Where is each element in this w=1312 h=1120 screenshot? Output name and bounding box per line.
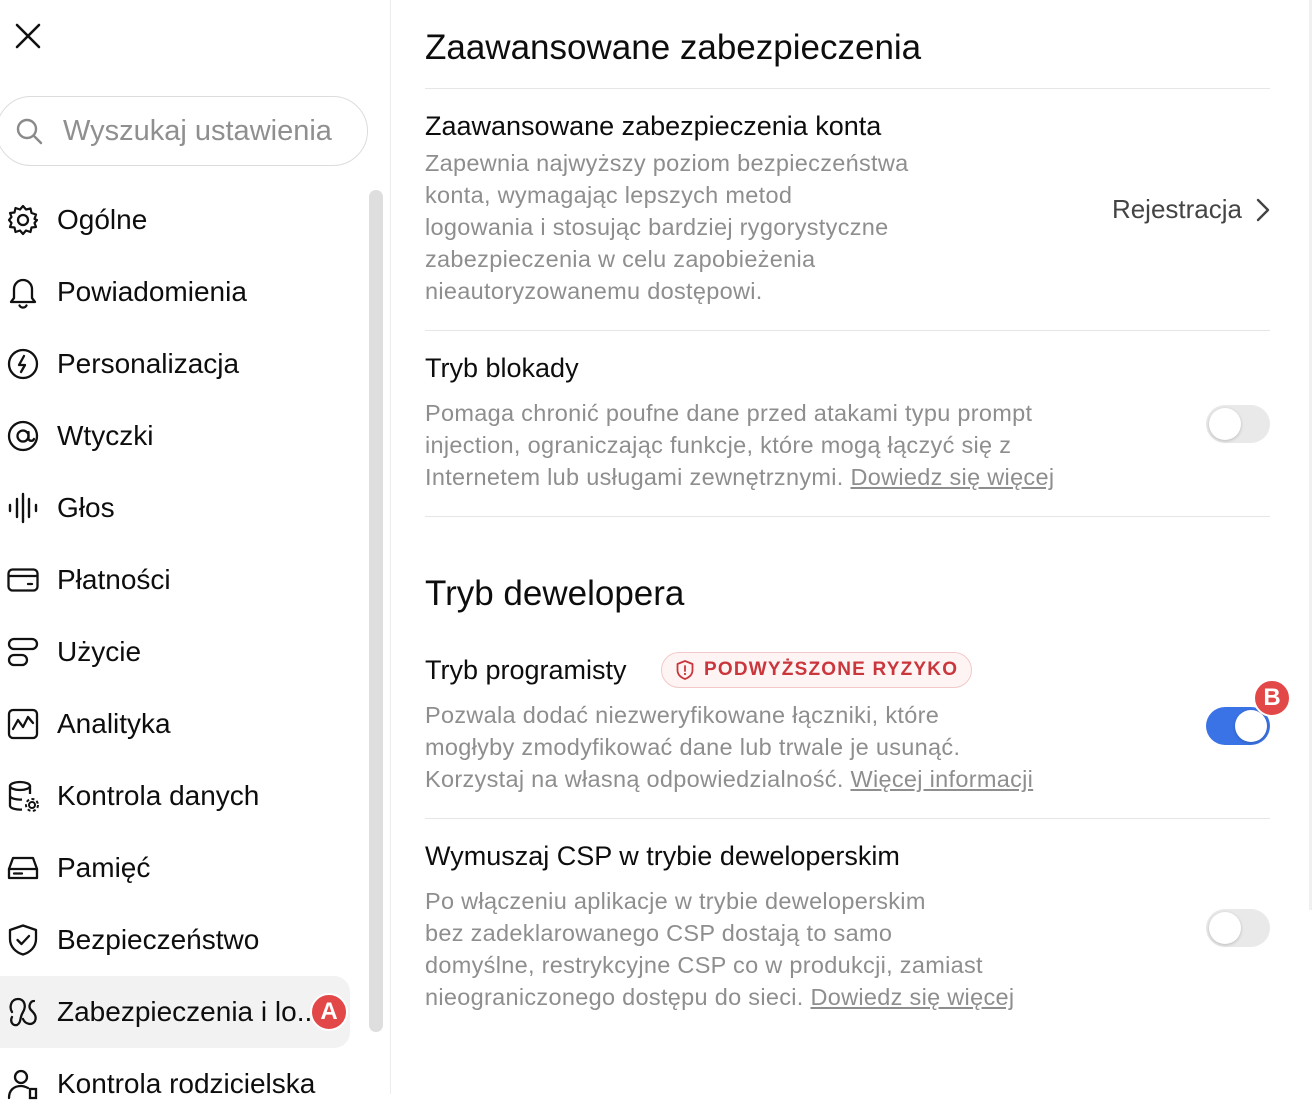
- sidebar-item-label: Bezpieczeństwo: [57, 924, 260, 955]
- voice-waveform-icon: [8, 492, 38, 524]
- sidebar-item-label: Zabezpieczenia i lo...: [57, 996, 321, 1027]
- description-line: nieautoryzowanemu dostępowi.: [425, 278, 763, 304]
- description-line: nieograniczonego dostępu do sieci. Dowie…: [425, 981, 1014, 1013]
- analytics-icon: [7, 708, 39, 740]
- sidebar-item-memory[interactable]: Pamięć: [0, 832, 360, 904]
- developer-mode-title: Tryb programisty: [425, 655, 627, 685]
- advanced-security-description: Zapewnia najwyższy poziom bezpieczeństwa…: [425, 147, 909, 307]
- advanced-security-title: Zaawansowane zabezpieczenia konta: [425, 111, 882, 141]
- description-line: injection, ograniczając funkcje, które m…: [425, 432, 1012, 458]
- settings-sidebar: Ogólne Powiadomienia Personalizacja Wtyc…: [0, 0, 391, 1100]
- sidebar-item-security[interactable]: Bezpieczeństwo: [0, 904, 360, 976]
- parental-control-icon: [7, 1069, 38, 1100]
- sidebar-item-label: Płatności: [57, 564, 171, 595]
- shield-check-icon: [8, 924, 38, 956]
- database-settings-icon: [8, 780, 39, 812]
- description-line: Zapewnia najwyższy poziom bezpieczeństwa: [425, 150, 909, 176]
- enforce-csp-description: Po włączeniu aplikacje w trybie dewelope…: [425, 885, 1014, 1013]
- lockdown-mode-description: Pomaga chronić poufne dane przed atakami…: [425, 397, 1054, 493]
- sidebar-item-general[interactable]: Ogólne: [0, 184, 360, 256]
- description-line: Pomaga chronić poufne dane przed atakami…: [425, 400, 1033, 426]
- annotation-marker-a: A: [310, 993, 348, 1031]
- description-text: Korzystaj na własną odpowiedzialność.: [425, 766, 851, 792]
- lockdown-mode-title: Tryb blokady: [425, 353, 579, 383]
- sidebar-item-personalization[interactable]: Personalizacja: [0, 328, 360, 400]
- sidebar-item-login-security[interactable]: Zabezpieczenia i lo... A: [0, 976, 350, 1048]
- description-line: bez zadeklarowanego CSP dostają to samo: [425, 920, 893, 946]
- divider: [425, 88, 1270, 89]
- personalization-icon: [7, 348, 39, 380]
- close-icon: [15, 23, 41, 49]
- usage-icon: [7, 637, 39, 667]
- search-input[interactable]: [61, 113, 355, 149]
- search-icon: [16, 118, 43, 145]
- sidebar-item-label: Analityka: [57, 708, 171, 739]
- login-security-icon: [9, 997, 37, 1027]
- enforce-csp-toggle[interactable]: [1206, 909, 1270, 947]
- sidebar-item-parental-control[interactable]: Kontrola rodzicielska: [0, 1048, 360, 1120]
- divider: [425, 516, 1270, 517]
- learn-more-link[interactable]: Dowiedz się więcej: [850, 464, 1054, 490]
- description-line: mogłyby zmodyfikować dane lub trwale je …: [425, 734, 961, 760]
- description-line: Pozwala dodać niezweryfikowane łączniki,…: [425, 702, 940, 728]
- credit-card-icon: [7, 568, 39, 592]
- sidebar-item-label: Powiadomienia: [57, 276, 247, 307]
- sidebar-item-label: Kontrola danych: [57, 780, 260, 811]
- annotation-marker-b: B: [1253, 679, 1291, 717]
- description-line: zabezpieczenia w celu zapobieżenia: [425, 246, 816, 272]
- developer-mode-description: Pozwala dodać niezweryfikowane łączniki,…: [425, 699, 1033, 795]
- search-box[interactable]: [0, 96, 368, 166]
- close-button[interactable]: [10, 18, 46, 54]
- settings-nav: Ogólne Powiadomienia Personalizacja Wtyc…: [0, 184, 360, 1120]
- shield-alert-icon: [676, 660, 694, 680]
- divider: [425, 330, 1270, 331]
- enforce-csp-title: Wymuszaj CSP w trybie deweloperskim: [425, 841, 900, 871]
- sidebar-item-payments[interactable]: Płatności: [0, 544, 360, 616]
- description-text: nieograniczonego dostępu do sieci.: [425, 984, 811, 1010]
- sidebar-item-plugins[interactable]: Wtyczki: [0, 400, 360, 472]
- memory-icon: [7, 856, 39, 880]
- register-link[interactable]: Rejestracja: [1112, 194, 1270, 225]
- sidebar-item-voice[interactable]: Głos: [0, 472, 360, 544]
- description-text: Internetem lub usługami zewnętrznymi.: [425, 464, 851, 490]
- toggle-knob: [1209, 408, 1241, 440]
- sidebar-item-label: Kontrola rodzicielska: [57, 1068, 316, 1099]
- sidebar-scrollbar[interactable]: [369, 190, 383, 1032]
- learn-more-link[interactable]: Dowiedz się więcej: [810, 984, 1014, 1010]
- sidebar-item-label: Personalizacja: [57, 348, 240, 379]
- plugins-icon: [7, 420, 39, 452]
- description-line: domyślne, restrykcyjne CSP co w produkcj…: [425, 952, 983, 978]
- section-title-advanced-security: Zaawansowane zabezpieczenia: [425, 28, 922, 67]
- lockdown-mode-toggle[interactable]: [1206, 405, 1270, 443]
- sidebar-item-label: Pamięć: [57, 852, 151, 883]
- sidebar-item-analytics[interactable]: Analityka: [0, 688, 360, 760]
- elevated-risk-badge: PODWYŻSZONE RYZYKO: [661, 652, 973, 688]
- toggle-knob: [1209, 912, 1241, 944]
- description-line: Korzystaj na własną odpowiedzialność. Wi…: [425, 763, 1033, 795]
- sidebar-item-label: Ogólne: [57, 204, 148, 235]
- bell-icon: [9, 278, 37, 309]
- sidebar-item-label: Głos: [57, 492, 115, 523]
- chevron-right-icon: [1256, 198, 1270, 221]
- gear-icon: [7, 204, 39, 236]
- description-line: konta, wymagając lepszych metod: [425, 182, 793, 208]
- sidebar-item-label: Wtyczki: [57, 420, 154, 451]
- description-line: Internetem lub usługami zewnętrznymi. Do…: [425, 461, 1054, 493]
- badge-label: PODWYŻSZONE RYZYKO: [704, 659, 959, 680]
- divider: [425, 818, 1270, 819]
- sidebar-item-notifications[interactable]: Powiadomienia: [0, 256, 360, 328]
- more-info-link[interactable]: Więcej informacji: [850, 766, 1033, 792]
- section-title-developer-mode: Tryb dewelopera: [425, 574, 685, 613]
- description-line: Po włączeniu aplikacje w trybie dewelope…: [425, 888, 926, 914]
- sidebar-item-usage[interactable]: Użycie: [0, 616, 360, 688]
- sidebar-item-data-controls[interactable]: Kontrola danych: [0, 760, 360, 832]
- sidebar-item-label: Użycie: [57, 636, 142, 667]
- register-label: Rejestracja: [1111, 194, 1242, 224]
- description-line: logowania i stosując bardziej rygorystyc…: [425, 214, 889, 240]
